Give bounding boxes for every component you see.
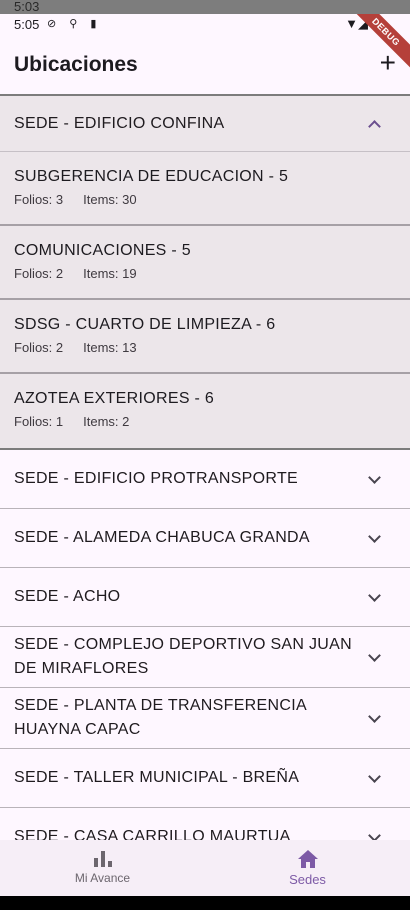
chevron-down-icon[interactable] xyxy=(368,590,382,604)
chevron-down-icon[interactable] xyxy=(368,531,382,545)
items-count: Items: 19 xyxy=(83,266,137,281)
sede-list: SEDE - EDIFICIO PROTRANSPORTE SEDE - ALAM… xyxy=(0,450,410,867)
chevron-down-icon[interactable] xyxy=(368,650,382,664)
chevron-up-icon[interactable] xyxy=(368,117,382,131)
folios-count: Folios: 1 xyxy=(14,414,64,429)
items-count: Items: 13 xyxy=(83,340,137,355)
sede-name: SEDE - COMPLEJO DEPORTIVO SAN JUAN DE MI… xyxy=(14,636,352,677)
ghost-status-time: 5:03 xyxy=(14,0,40,14)
sede-name: SEDE - TALLER MUNICIPAL - BREÑA xyxy=(14,769,300,786)
sede-header-confina[interactable]: SEDE - EDIFICIO CONFINA xyxy=(0,96,410,152)
sede-name: SEDE - PLANTA DE TRANSFERENCIA HUAYNA CA… xyxy=(14,697,307,738)
app-bar: Ubicaciones + xyxy=(0,38,410,94)
sub-location-item[interactable]: COMUNICACIONES - 5 Folios: 2 Items: 19 xyxy=(0,226,410,300)
items-count: Items: 2 xyxy=(83,414,130,429)
sub-location-name: SDSG - CUARTO DE LIMPIEZA - 6 xyxy=(14,316,276,333)
folios-count: Folios: 2 xyxy=(14,266,64,281)
sede-item[interactable]: SEDE - PLANTA DE TRANSFERENCIA HUAYNA CA… xyxy=(0,688,410,749)
sede-item[interactable]: SEDE - COMPLEJO DEPORTIVO SAN JUAN DE MI… xyxy=(0,627,410,688)
sede-name: SEDE - ALAMEDA CHABUCA GRANDA xyxy=(14,529,310,546)
sub-location-name: COMUNICACIONES - 5 xyxy=(14,242,191,259)
sub-location-stats: Folios: 3 Items: 30 xyxy=(14,192,396,207)
chevron-down-icon[interactable] xyxy=(368,711,382,725)
bar-chart-icon xyxy=(93,851,112,867)
sub-location-name: SUBGERENCIA DE EDUCACION - 5 xyxy=(14,168,289,185)
bottom-navigation: Mi Avance Sedes xyxy=(0,840,410,896)
sub-location-stats: Folios: 2 Items: 13 xyxy=(14,340,396,355)
expanded-sede-panel: SEDE - EDIFICIO CONFINA SUBGERENCIA DE E… xyxy=(0,94,410,450)
ghost-status-bar: 5:03 xyxy=(0,0,410,14)
home-icon xyxy=(297,849,318,868)
items-count: Items: 30 xyxy=(83,192,137,207)
sub-location-stats: Folios: 2 Items: 19 xyxy=(14,266,396,281)
folios-count: Folios: 2 xyxy=(14,340,64,355)
nav-item-sedes[interactable]: Sedes xyxy=(205,840,410,896)
nav-label: Mi Avance xyxy=(74,871,131,885)
status-bar: 5:05 ⊘ ⚲ ▮ ▼◢ DEBUG xyxy=(0,14,410,74)
sub-location-item[interactable]: SDSG - CUARTO DE LIMPIEZA - 6 Folios: 2 It… xyxy=(0,300,410,374)
sede-name: SEDE - EDIFICIO PROTRANSPORTE xyxy=(14,470,298,487)
folios-count: Folios: 3 xyxy=(14,192,64,207)
chevron-down-icon[interactable] xyxy=(368,771,382,785)
sede-item[interactable]: SEDE - EDIFICIO PROTRANSPORTE xyxy=(0,450,410,509)
nav-item-mi-avance[interactable]: Mi Avance xyxy=(0,840,205,896)
nav-label: Sedes xyxy=(289,871,326,887)
sub-location-name: AZOTEA EXTERIORES - 6 xyxy=(14,390,215,407)
sede-name: SEDE - ACHO xyxy=(14,588,121,605)
status-notification-icons: ⊘ ⚲ ▮ xyxy=(47,18,102,30)
sede-item[interactable]: SEDE - ACHO xyxy=(0,568,410,627)
sub-location-list: SUBGERENCIA DE EDUCACION - 5 Folios: 3 Ite… xyxy=(0,152,410,448)
sede-name: SEDE - EDIFICIO CONFINA xyxy=(14,114,225,132)
status-time: 5:05 xyxy=(14,17,40,32)
page-title: Ubicaciones xyxy=(14,53,138,76)
app-screen: 5:05 ⊘ ⚲ ▮ ▼◢ DEBUG Ubicaciones + SEDE -… xyxy=(0,14,410,896)
chevron-down-icon[interactable] xyxy=(368,472,382,486)
sub-location-item[interactable]: AZOTEA EXTERIORES - 6 Folios: 1 Items: 2 xyxy=(0,374,410,448)
sede-item[interactable]: SEDE - ALAMEDA CHABUCA GRANDA xyxy=(0,509,410,568)
sub-location-stats: Folios: 1 Items: 2 xyxy=(14,414,396,429)
add-icon[interactable]: + xyxy=(380,48,396,78)
sede-item[interactable]: SEDE - TALLER MUNICIPAL - BREÑA xyxy=(0,749,410,808)
sub-location-item[interactable]: SUBGERENCIA DE EDUCACION - 5 Folios: 3 Ite… xyxy=(0,152,410,226)
